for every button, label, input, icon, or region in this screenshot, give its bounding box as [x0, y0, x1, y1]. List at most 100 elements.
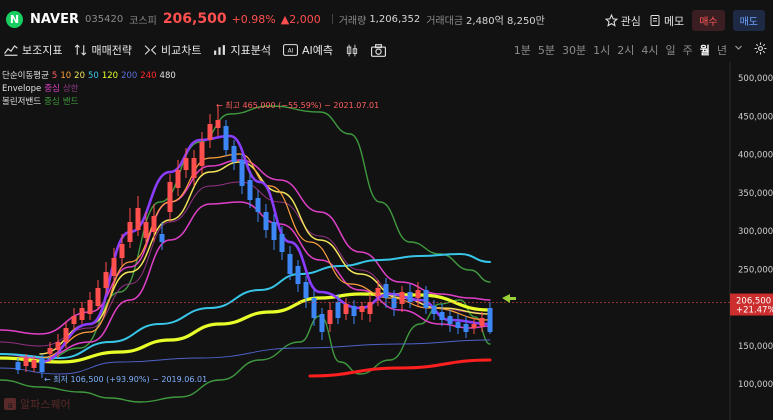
ma-legend[interactable]: 단순이동평균 5 10 20 50 120 200 240 480 [2, 70, 176, 83]
period-30min[interactable]: 30분 [562, 42, 586, 58]
screenshot-button[interactable] [370, 43, 386, 57]
candle-body[interactable] [151, 216, 157, 232]
sell-button[interactable]: 매도 [732, 10, 765, 31]
candle-body[interactable] [207, 124, 213, 140]
candle-body[interactable] [127, 222, 133, 242]
candle-body[interactable] [319, 314, 325, 332]
candle-body[interactable] [383, 284, 389, 298]
candle-body[interactable] [463, 324, 469, 332]
candle-body[interactable] [271, 222, 277, 240]
candle-body[interactable] [175, 170, 181, 188]
candle-body[interactable] [407, 292, 413, 302]
candle-body[interactable] [471, 324, 477, 328]
candle-body[interactable] [47, 348, 53, 354]
candle-body[interactable] [15, 362, 21, 370]
candle-body[interactable] [327, 310, 333, 324]
candle-body[interactable] [375, 288, 381, 296]
stock-name[interactable]: NAVER [30, 12, 79, 27]
candle-body[interactable] [479, 318, 485, 326]
candle-body[interactable] [199, 142, 205, 166]
candle-body[interactable] [63, 328, 69, 342]
period-year[interactable]: 년 [717, 42, 727, 58]
candle-body[interactable] [431, 306, 437, 314]
candle-body[interactable] [55, 342, 61, 350]
candle-body[interactable] [231, 146, 237, 162]
alphasquare-logo-icon: a [4, 398, 16, 410]
ai-predict-tool-label: AI예측 [301, 44, 333, 57]
candle-body[interactable] [39, 358, 45, 372]
period-month[interactable]: 월 [700, 42, 710, 58]
candle-body[interactable] [263, 212, 269, 230]
candle-body[interactable] [119, 244, 125, 258]
envelope-legend[interactable]: Envelope 중심 상한 [2, 83, 176, 96]
candle-type-button[interactable] [345, 44, 359, 57]
candle-body[interactable] [335, 302, 341, 318]
candle-body[interactable] [415, 290, 421, 298]
period-5min[interactable]: 5분 [538, 42, 555, 58]
analysis-tool[interactable]: 지표분석 [213, 42, 271, 58]
indicators-tool[interactable]: 보조지표 [4, 42, 62, 58]
candle-body[interactable] [487, 308, 493, 332]
candle-body[interactable] [247, 180, 253, 200]
candle-body[interactable] [343, 304, 349, 314]
candle-body[interactable] [31, 360, 37, 368]
memo-label: 메모 [663, 14, 685, 28]
candle-body[interactable] [111, 258, 117, 276]
candle-body[interactable] [295, 266, 301, 284]
volume-label: 거래량 [338, 15, 367, 27]
more-periods-button[interactable] [734, 42, 743, 58]
candle-body[interactable] [159, 234, 165, 242]
strategy-tool[interactable]: 매매전략 [74, 42, 132, 58]
ma240-line [308, 358, 492, 378]
memo-icon [650, 15, 660, 26]
candle-body[interactable] [423, 290, 429, 308]
period-1hour[interactable]: 1시 [593, 42, 610, 58]
bollinger-legend[interactable]: 볼린저밴드 중심 밴드 [2, 96, 176, 109]
ma-title: 단순이동평균 [2, 71, 49, 81]
candle-body[interactable] [191, 158, 197, 178]
candle-body[interactable] [135, 208, 141, 230]
watch-label: 관심 [620, 14, 641, 28]
candle-body[interactable] [239, 160, 245, 186]
candle-body[interactable] [95, 288, 101, 306]
chart-settings-button[interactable] [754, 42, 767, 58]
candle-body[interactable] [183, 158, 189, 170]
candle-body[interactable] [439, 312, 445, 320]
period-4hour[interactable]: 4시 [641, 42, 658, 58]
candle-body[interactable] [215, 120, 221, 128]
period-2hour[interactable]: 2시 [617, 42, 634, 58]
compare-tool[interactable]: 비교차트 [144, 42, 201, 58]
period-week[interactable]: 주 [683, 42, 693, 58]
memo-button[interactable]: 메모 [649, 13, 684, 29]
buy-button[interactable]: 매수 [692, 10, 725, 31]
candle-body[interactable] [167, 182, 173, 212]
candle-body[interactable] [279, 234, 285, 252]
candle-body[interactable] [87, 300, 93, 314]
candle-body[interactable] [303, 282, 309, 298]
candle-body[interactable] [359, 306, 365, 312]
candle-body[interactable] [391, 298, 397, 308]
candle-body[interactable] [71, 316, 77, 324]
ma240-period: 240 [140, 71, 157, 81]
analysis-icon [214, 45, 226, 55]
watch-button[interactable]: 관심 [604, 13, 641, 29]
y-tick-label: 300,000 [738, 227, 773, 237]
ma50-period: 50 [88, 71, 99, 81]
ai-predict-tool[interactable]: AI AI예측 [282, 42, 333, 58]
chevron-down-icon [735, 45, 742, 50]
candle-body[interactable] [255, 198, 261, 212]
period-day[interactable]: 일 [666, 42, 676, 58]
candle-body[interactable] [367, 302, 373, 314]
period-1min[interactable]: 1분 [514, 42, 531, 58]
candle-body[interactable] [447, 316, 453, 324]
candle-body[interactable] [455, 322, 461, 328]
candle-body[interactable] [79, 308, 85, 320]
candle-body[interactable] [143, 222, 149, 238]
candle-body[interactable] [23, 358, 29, 366]
candle-body[interactable] [103, 272, 109, 288]
candle-body[interactable] [311, 298, 317, 318]
price-chart[interactable]: 500,000 450,000 400,000 350,000 300,000 250,0… [0, 62, 773, 420]
candle-body[interactable] [287, 254, 293, 274]
candle-body[interactable] [223, 126, 229, 150]
candle-body[interactable] [351, 306, 357, 316]
